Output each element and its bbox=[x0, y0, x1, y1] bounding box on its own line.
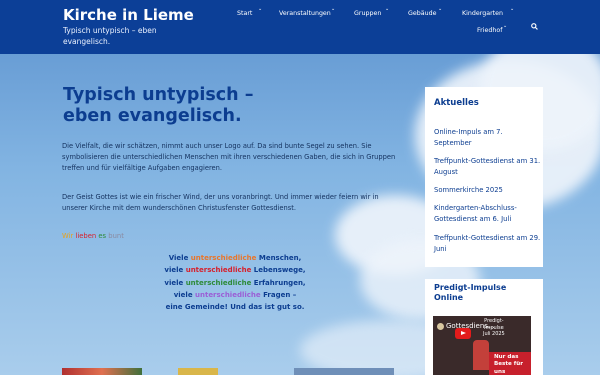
chevron-down-icon: ⌄ bbox=[258, 6, 263, 12]
channel-avatar bbox=[437, 323, 444, 330]
news-link[interactable]: Sommerkirche 2025 bbox=[434, 185, 542, 196]
chevron-down-icon: ⌄ bbox=[331, 6, 336, 12]
poem-line: viele unterschiedliche Fragen – bbox=[173, 290, 297, 299]
video-embed[interactable]: Gottesdiens... Predigt- Impulse Juli 202… bbox=[433, 316, 531, 375]
nav-item-gruppen[interactable]: Gruppen bbox=[354, 10, 381, 17]
tag-word: Wir bbox=[62, 232, 74, 240]
site-tagline: Typisch untypisch – eben evangelisch. bbox=[63, 26, 157, 46]
spirit-paragraph: Der Geist Gottes ist wie ein frischer Wi… bbox=[62, 193, 379, 213]
site-title[interactable]: Kirche in Lieme bbox=[63, 6, 194, 24]
page-title: Typisch untypisch – eben evangelisch. bbox=[63, 85, 254, 126]
image-thumbnail[interactable] bbox=[62, 368, 142, 375]
poem-line: viele unterschiedliche Erfahrungen, bbox=[164, 278, 306, 287]
news-link[interactable]: Kindergarten-Abschluss-Gottesdienst am 6… bbox=[434, 203, 542, 226]
intro-paragraph: Die Vielfalt, die wir schätzen, nimmt au… bbox=[62, 142, 396, 173]
nav-item-kindergarten[interactable]: Kindergarten bbox=[462, 10, 503, 17]
video-thumb-text: Predigt- Impulse Juli 2025 bbox=[483, 318, 505, 337]
site-header: Kirche in Lieme Typisch untypisch – eben… bbox=[0, 0, 600, 54]
tag-word: lieben bbox=[75, 232, 97, 240]
image-thumbnail[interactable] bbox=[294, 368, 394, 375]
tagline-bunt: Wir lieben es bunt bbox=[62, 232, 124, 240]
poem: Viele unterschiedliche Menschen, viele u… bbox=[150, 252, 320, 313]
chevron-down-icon: ⌄ bbox=[385, 6, 390, 12]
predigt-widget-title: Predigt-Impulse Online bbox=[434, 283, 507, 302]
play-icon[interactable] bbox=[455, 328, 471, 339]
news-widget: Aktuelles Online-Impuls am 7. September … bbox=[425, 87, 543, 267]
search-icon[interactable] bbox=[531, 23, 538, 30]
news-link[interactable]: Online-Impuls am 7. September bbox=[434, 127, 542, 150]
image-thumbnail[interactable] bbox=[178, 368, 218, 375]
video-banner: Nur das Beste für uns bbox=[489, 352, 531, 375]
poem-line: Viele unterschiedliche Menschen, bbox=[168, 254, 302, 262]
nav-item-friedhof[interactable]: Friedhof bbox=[477, 27, 502, 34]
news-link[interactable]: Treffpunkt-Gottesdienst am 31. August bbox=[434, 156, 542, 179]
poem-line: eine Gemeinde! Und das ist gut so. bbox=[165, 303, 305, 311]
tag-word: bunt bbox=[108, 232, 124, 240]
news-link[interactable]: Treffpunkt-Gottesdienst am 29. Juni bbox=[434, 233, 542, 256]
tag-word: es bbox=[98, 232, 107, 240]
nav-item-veranstaltungen[interactable]: Veranstaltungen bbox=[279, 10, 331, 17]
chevron-down-icon: ⌄ bbox=[503, 23, 508, 29]
nav-item-gebaeude[interactable]: Gebäude bbox=[408, 10, 436, 17]
chevron-down-icon: ⌄ bbox=[438, 6, 443, 12]
poem-line: viele unterschiedliche Lebenswege, bbox=[164, 266, 306, 275]
news-widget-title: Aktuelles bbox=[434, 98, 479, 108]
video-figure bbox=[473, 340, 489, 370]
chevron-down-icon: ⌄ bbox=[510, 6, 515, 12]
nav-item-start[interactable]: Start bbox=[237, 10, 252, 17]
